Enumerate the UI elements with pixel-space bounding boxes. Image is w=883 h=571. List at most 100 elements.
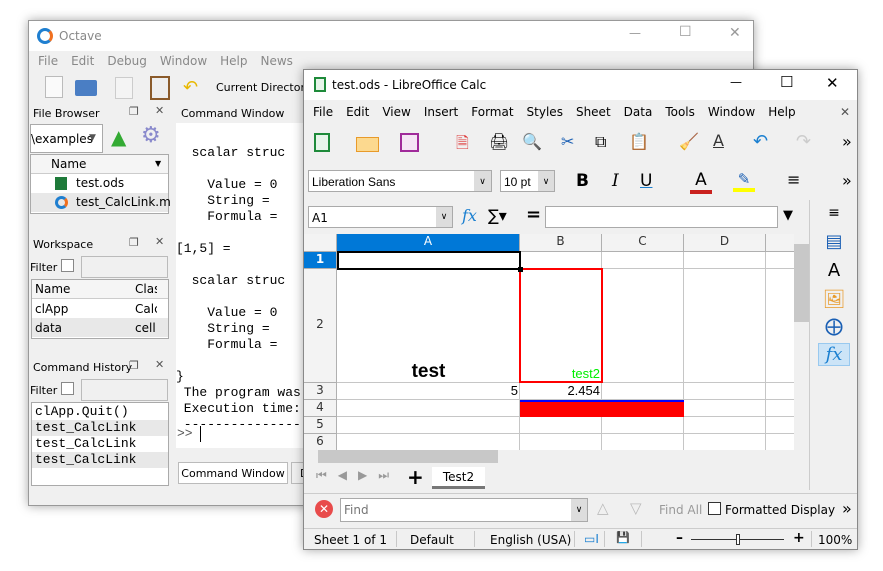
find-previous-icon[interactable]: △ (597, 499, 609, 517)
zoom-in-button[interactable]: + (793, 530, 805, 546)
cell[interactable] (520, 252, 602, 269)
functions-icon[interactable]: fx (818, 343, 850, 366)
file-item[interactable]: test.ods (31, 174, 168, 193)
menu-edit[interactable]: Edit (71, 54, 94, 68)
close-document-icon[interactable]: ✕ (840, 105, 850, 119)
cell-a2[interactable]: test (337, 361, 520, 383)
horizontal-scrollbar[interactable] (304, 450, 794, 463)
more-icon[interactable]: » (842, 171, 852, 190)
menu-window[interactable]: Window (160, 54, 207, 68)
paste-icon[interactable] (150, 76, 170, 100)
column-header-a[interactable]: A (337, 234, 520, 252)
cell[interactable] (766, 269, 794, 383)
vertical-scrollbar[interactable] (794, 234, 809, 450)
export-pdf-icon[interactable]: 🗎 (456, 132, 469, 159)
column-header-d[interactable]: D (684, 234, 766, 252)
styles-icon[interactable]: A (810, 260, 858, 281)
maximize-button[interactable]: ☐ (679, 24, 692, 40)
menu-debug[interactable]: Debug (107, 54, 146, 68)
close-panel-icon[interactable]: ✕ (155, 235, 164, 248)
find-input[interactable]: ∨ (340, 498, 588, 522)
cell[interactable] (766, 383, 794, 400)
fill-handle[interactable] (518, 267, 523, 272)
menu-file[interactable]: File (313, 105, 333, 119)
maximize-button[interactable]: ☐ (780, 73, 793, 91)
formula-input[interactable] (545, 206, 778, 228)
menu-edit[interactable]: Edit (346, 105, 369, 119)
menu-help[interactable]: Help (768, 105, 795, 119)
corner-select-all[interactable] (304, 234, 337, 252)
more-icon[interactable]: » (842, 132, 852, 151)
menu-help[interactable]: Help (220, 54, 247, 68)
bold-icon[interactable]: B (576, 171, 589, 191)
open-folder-icon[interactable] (75, 80, 97, 96)
font-color-icon[interactable]: A (690, 170, 712, 194)
settings-gear-icon[interactable]: ⚙ (141, 123, 161, 148)
menu-sheet[interactable]: Sheet (576, 105, 611, 119)
print-preview-icon[interactable]: 🔍 (522, 132, 542, 151)
history-item[interactable]: test_CalcLink (32, 420, 168, 436)
navigator-icon[interactable]: ⨁ (810, 316, 858, 337)
column-header-name[interactable]: Name (35, 282, 70, 296)
print-icon[interactable]: 🖨 (489, 132, 509, 151)
cell[interactable] (684, 434, 766, 450)
save-icon[interactable] (400, 133, 419, 152)
cell-b3[interactable]: 2.454 (520, 383, 600, 398)
cell[interactable] (766, 434, 794, 450)
menu-format[interactable]: Format (471, 105, 513, 119)
filter-checkbox[interactable] (61, 259, 74, 272)
redo-icon[interactable]: ↷ (796, 131, 811, 152)
status-language[interactable]: English (USA) (490, 533, 571, 547)
cell[interactable] (602, 252, 684, 269)
cell-b2[interactable]: test2 (520, 366, 600, 381)
filter-checkbox[interactable] (61, 382, 74, 395)
clear-formatting-icon[interactable]: A (713, 131, 724, 150)
clone-formatting-icon[interactable]: 🧹 (679, 132, 699, 151)
cell[interactable] (684, 417, 766, 434)
menu-data[interactable]: Data (624, 105, 653, 119)
active-cell-a1[interactable] (337, 251, 521, 270)
open-folder-icon[interactable] (356, 137, 379, 152)
cell[interactable] (602, 434, 684, 450)
cell[interactable] (684, 252, 766, 269)
formula-equals-icon[interactable]: = (526, 204, 541, 225)
cell[interactable] (684, 400, 766, 417)
row-header-1[interactable]: 1 (304, 252, 337, 269)
table-row[interactable]: data cell (32, 318, 168, 337)
more-icon[interactable]: » (842, 499, 852, 518)
cell[interactable] (337, 417, 520, 434)
selection-mode-icon[interactable]: ▭I (584, 532, 599, 546)
history-item[interactable]: test_CalcLink (32, 452, 168, 468)
cell[interactable] (520, 434, 602, 450)
column-header-e[interactable] (766, 234, 794, 252)
cell[interactable] (766, 252, 794, 269)
sum-icon[interactable]: ∑▾ (488, 206, 507, 225)
find-all-button[interactable]: Find All (659, 503, 702, 517)
close-panel-icon[interactable]: ✕ (155, 104, 164, 117)
table-row[interactable]: clAppCalc (32, 299, 168, 318)
history-item[interactable]: clApp.Quit() (32, 404, 168, 420)
formatted-display-checkbox[interactable] (708, 502, 721, 515)
menu-styles[interactable]: Styles (527, 105, 563, 119)
highlight-color-icon[interactable]: ✎ (733, 170, 755, 192)
row-header-3[interactable]: 3 (304, 383, 337, 400)
minimize-button[interactable]: — (629, 26, 641, 40)
cell[interactable] (684, 383, 766, 400)
file-item[interactable]: test_CalcLink.m (31, 193, 171, 212)
column-header-class[interactable]: Class (135, 282, 157, 296)
font-size-box[interactable]: 10 pt ∨ (500, 170, 555, 192)
cell[interactable] (337, 434, 520, 450)
menu-tools[interactable]: Tools (665, 105, 695, 119)
function-wizard-icon[interactable]: fx (462, 206, 477, 225)
undo-icon[interactable]: ↶ (753, 131, 768, 152)
properties-icon[interactable]: ▤ (810, 231, 858, 252)
float-icon[interactable]: ❐ (129, 105, 139, 118)
close-button[interactable]: ✕ (826, 74, 839, 92)
minimize-button[interactable]: — (730, 75, 742, 89)
menu-view[interactable]: View (382, 105, 410, 119)
menu-news[interactable]: News (261, 54, 293, 68)
cell-a3[interactable]: 5 (337, 383, 518, 398)
row-header-4[interactable]: 4 (304, 400, 337, 417)
up-directory-icon[interactable]: ▲ (111, 125, 126, 149)
new-spreadsheet-icon[interactable] (314, 133, 330, 152)
